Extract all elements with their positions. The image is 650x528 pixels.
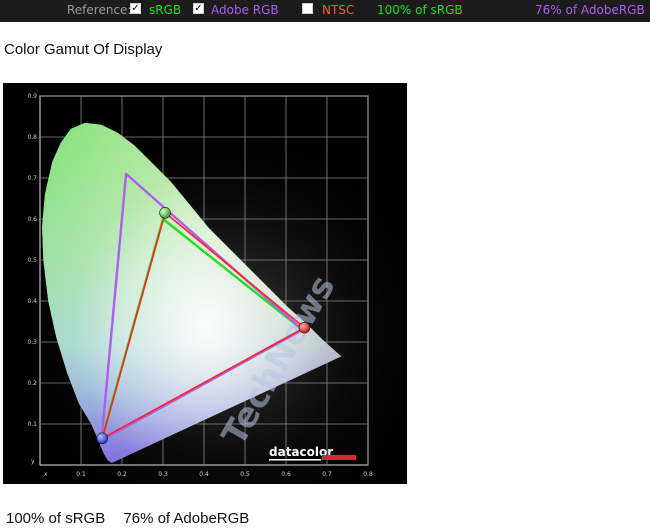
y-tick-label: 0.5 [27,257,37,264]
x-axis-label: x [44,471,48,478]
gamut-chart: TechNews 0.1 0.2 0.3 0.4 0.5 0.6 0.7 0.8 0.1 0.2 0… [3,83,407,484]
ntsc-checkbox[interactable] [302,3,313,14]
y-tick-label: 0.2 [27,380,37,387]
adobe-rgb-label[interactable]: Adobe RGB [211,3,279,17]
logo-underline [269,459,321,461]
y-tick-label: 0.3 [27,339,37,346]
green-primary-marker [159,207,171,219]
ntsc-label[interactable]: NTSC [322,3,354,17]
y-tick-label: 0.7 [27,175,37,182]
y-axis-label: y [31,458,35,465]
srgb-coverage-stat: 100% of sRGB [377,3,463,17]
x-tick-label: 0.7 [322,471,332,478]
reference-toolbar: Reference: ✓ sRGB ✓ Adobe RGB NTSC 100% … [0,0,650,22]
srgb-label[interactable]: sRGB [149,3,181,17]
x-tick-label: 0.3 [158,471,168,478]
y-tick-label: 0.9 [27,93,37,100]
y-tick-label: 0.8 [27,134,37,141]
adobe-rgb-checkbox[interactable]: ✓ [193,3,204,14]
coverage-summary: 100% of sRGB 76% of AdobeRGB [6,510,263,527]
reference-label: Reference: [67,3,132,17]
srgb-checkbox[interactable]: ✓ [130,3,141,14]
red-primary-marker [298,321,311,334]
cie-diagram: TechNews 0.1 0.2 0.3 0.4 0.5 0.6 0.7 0.80.10.20… [3,83,407,484]
x-tick-label: 0.6 [281,471,291,478]
y-tick-label: 0.4 [27,298,37,305]
logo-bar [322,455,356,460]
x-tick-label: 0.2 [117,471,127,478]
y-tick-label: 0.1 [27,421,37,428]
x-tick-label: 0.1 [76,471,86,478]
x-tick-label: 0.5 [240,471,250,478]
checkmark-icon: ✓ [194,2,203,14]
footer-adobe-coverage: 76% of AdobeRGB [123,510,250,527]
x-tick-label: 0.8 [363,471,373,478]
page-title: Color Gamut Of Display [4,41,163,58]
checkmark-icon: ✓ [131,2,140,14]
blue-primary-marker [96,432,109,445]
y-tick-label: 0.6 [27,216,37,223]
x-tick-label: 0.4 [199,471,209,478]
adobe-coverage-stat: 76% of AdobeRGB [535,3,645,17]
footer-srgb-coverage: 100% of sRGB [6,510,106,527]
